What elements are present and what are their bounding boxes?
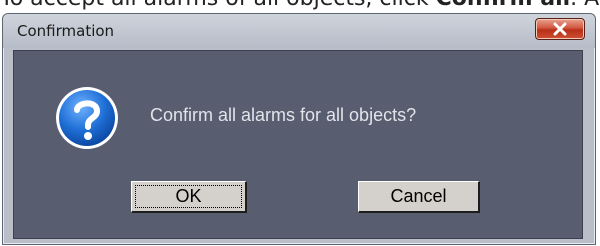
dialog-title: Confirmation (17, 22, 115, 40)
cancel-button-label: Cancel (390, 186, 447, 206)
confirmation-dialog: Confirmation Confirm all alarms for all … (2, 13, 596, 245)
ok-button[interactable]: OK (131, 181, 247, 213)
cancel-button[interactable]: Cancel (358, 181, 480, 213)
question-icon (56, 87, 118, 149)
close-icon (553, 22, 567, 36)
document-text-suffix: . A (570, 0, 599, 11)
dialog-body: Confirm all alarms for all objects? OK C… (13, 50, 583, 239)
close-button[interactable] (535, 18, 585, 40)
document-text-bold: Confirm all (436, 0, 571, 11)
ok-button-label: OK (175, 186, 202, 206)
dialog-message: Confirm all alarms for all objects? (150, 105, 417, 125)
title-bar[interactable]: Confirmation (3, 14, 595, 48)
document-text: To accept all alarms of all objects, cli… (0, 0, 600, 14)
document-text-prefix: To accept all alarms of all objects, cli… (0, 0, 436, 11)
